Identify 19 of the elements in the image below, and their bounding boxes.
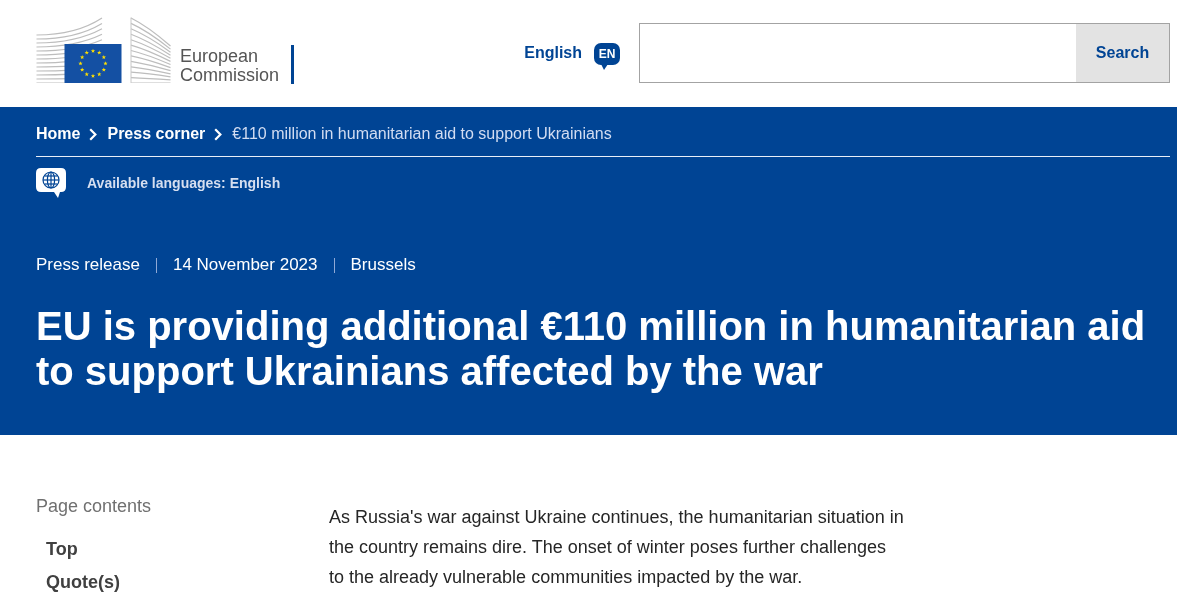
page-contents-heading: Page contents <box>36 496 152 516</box>
page-title: EU is providing additional €110 million in humanitarian aid to support Ukrainians affected by the war <box>36 304 1147 394</box>
meta-item: Brussels <box>350 255 416 275</box>
globe-icon <box>36 168 66 198</box>
language-code-badge[interactable]: EN <box>594 43 620 70</box>
page-contents-link[interactable]: Top <box>46 538 78 560</box>
breadcrumb-link[interactable]: Press corner <box>107 124 206 144</box>
available-languages: Available languages: English <box>87 174 281 193</box>
logo-icon[interactable] <box>36 17 171 83</box>
page-contents-link[interactable]: Quote(s) <box>46 571 120 593</box>
meta-item: 14 November 2023 <box>172 255 318 275</box>
breadcrumb-current: €110 million in humanitarian aid to support Ukrainians <box>232 124 612 144</box>
body-paragraph: As Russia's war against Ukraine continues, the humanitarian situation in the country remains dire. The onset of winter poses further challenges to the already vulnerable communities impacted by the war. <box>329 506 905 589</box>
breadcrumb-link[interactable]: Home <box>36 124 81 144</box>
logo-text[interactable]: European Commission <box>180 47 286 85</box>
meta-item: Press release <box>36 255 140 275</box>
chevron-icon <box>214 127 223 141</box>
chevron-icon <box>89 127 98 141</box>
language-link[interactable]: English <box>524 43 582 63</box>
